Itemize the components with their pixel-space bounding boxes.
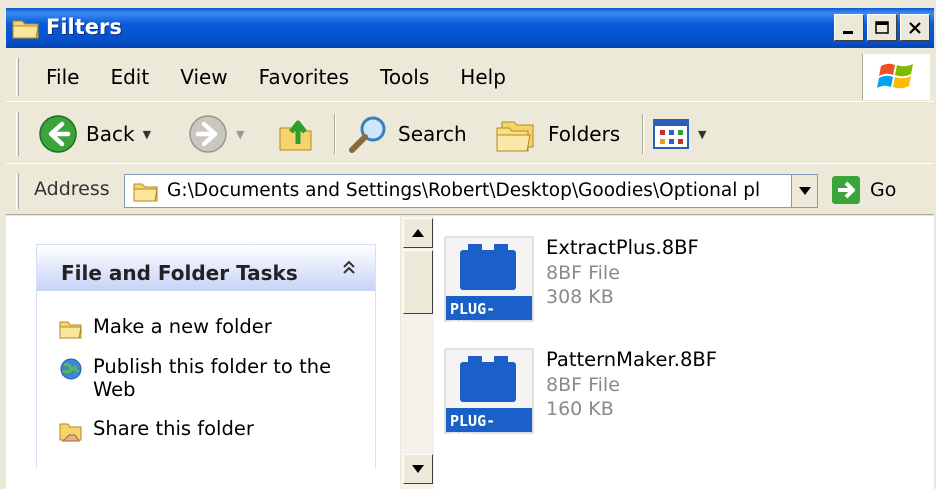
back-arrow-icon — [39, 115, 77, 153]
task-panel-title: File and Folder Tasks — [61, 261, 298, 285]
standard-toolbar: Back ▼ ▼ Search Folders ▼ — [6, 104, 934, 164]
task-panel-header[interactable]: File and Folder Tasks — [37, 245, 375, 291]
search-button[interactable]: Search — [346, 112, 467, 156]
toolbar-grip[interactable] — [16, 112, 19, 156]
toolbar-separator — [642, 114, 644, 154]
address-bar: Address G:\Documents and Settings\Robert… — [6, 167, 934, 215]
file-type: 8BF File — [546, 374, 620, 396]
back-dropdown-icon[interactable]: ▼ — [143, 128, 151, 141]
task-pane: File and Folder Tasks Make a new folder — [6, 216, 400, 489]
maximize-icon — [875, 20, 889, 34]
folders-icon — [496, 121, 534, 152]
scroll-down-button[interactable] — [403, 454, 433, 484]
file-type: 8BF File — [546, 262, 620, 284]
search-icon — [349, 116, 386, 153]
views-icon — [653, 119, 689, 149]
menu-bar: File Edit View Favorites Tools Help — [6, 52, 934, 102]
minimize-button[interactable] — [834, 14, 864, 41]
file-folder-tasks-panel: File and Folder Tasks Make a new folder — [36, 244, 376, 468]
close-icon — [909, 21, 921, 34]
publish-web-icon — [60, 358, 82, 380]
task-make-new-folder[interactable]: Make a new folder — [59, 315, 272, 341]
address-label: Address — [34, 178, 110, 200]
up-folder-icon — [279, 120, 312, 151]
menu-view[interactable]: View — [180, 65, 227, 89]
menu-favorites[interactable]: Favorites — [259, 65, 349, 89]
scroll-thumb[interactable] — [403, 250, 433, 314]
file-size: 308 KB — [546, 286, 614, 308]
new-folder-icon — [59, 321, 82, 339]
menu-file[interactable]: File — [46, 65, 79, 89]
go-label: Go — [870, 179, 897, 201]
arrow-down-icon — [412, 465, 424, 473]
search-label: Search — [398, 122, 467, 146]
back-button[interactable]: Back ▼ — [38, 112, 151, 156]
chevron-down-icon — [798, 187, 811, 195]
task-label: Make a new folder — [93, 315, 272, 338]
menu-edit[interactable]: Edit — [110, 65, 149, 89]
collapse-chevron-icon[interactable] — [341, 259, 357, 280]
window-title: Filters — [46, 15, 122, 39]
minimize-icon — [843, 30, 853, 34]
go-button[interactable]: Go — [832, 176, 896, 204]
task-label: Share this folder — [93, 417, 254, 440]
folder-icon — [12, 17, 40, 44]
content-area: File and Folder Tasks Make a new folder — [6, 216, 934, 489]
menu-tools[interactable]: Tools — [380, 65, 429, 89]
menu-grip[interactable] — [16, 58, 19, 96]
windows-logo-icon — [862, 54, 930, 100]
file-name: PatternMaker.8BF — [546, 348, 717, 371]
address-folder-icon — [133, 180, 159, 207]
address-dropdown-button[interactable] — [791, 175, 817, 207]
task-label: Publish this folder to the Web — [93, 355, 332, 401]
back-label: Back — [86, 122, 135, 146]
address-value[interactable]: G:\Documents and Settings\Robert\Desktop… — [167, 180, 791, 201]
forward-button[interactable]: ▼ — [188, 112, 244, 156]
scroll-up-button[interactable] — [403, 218, 433, 248]
share-folder-icon — [59, 423, 82, 442]
maximize-button[interactable] — [867, 14, 897, 41]
folders-button[interactable]: Folders — [494, 112, 620, 156]
task-publish-folder[interactable]: Publish this folder to the Web — [59, 355, 359, 401]
up-folder-button[interactable] — [276, 112, 316, 156]
forward-arrow-icon — [189, 115, 227, 153]
task-panel-body: Make a new folder Publish this folder to… — [37, 291, 375, 468]
plugin-badge: PLUG-IN — [450, 300, 496, 336]
plugin-badge: PLUG-IN — [450, 412, 496, 448]
arrow-up-icon — [412, 229, 424, 237]
views-dropdown-icon[interactable]: ▼ — [698, 128, 706, 141]
address-field[interactable]: G:\Documents and Settings\Robert\Desktop… — [124, 174, 818, 208]
file-size: 160 KB — [546, 398, 614, 420]
close-button[interactable] — [900, 14, 930, 41]
menu-help[interactable]: Help — [460, 65, 506, 89]
explorer-window: Filters File Edit View Favorites Tools H… — [0, 0, 936, 489]
vertical-scrollbar[interactable] — [400, 216, 434, 489]
title-bar[interactable]: Filters — [6, 8, 934, 48]
forward-dropdown-icon[interactable]: ▼ — [236, 128, 244, 141]
folders-label: Folders — [548, 122, 621, 146]
address-grip[interactable] — [16, 173, 19, 209]
go-arrow-icon — [832, 176, 860, 204]
views-button[interactable]: ▼ — [652, 112, 706, 156]
toolbar-separator — [334, 114, 336, 154]
file-name: ExtractPlus.8BF — [546, 236, 699, 259]
task-share-folder[interactable]: Share this folder — [59, 417, 254, 443]
